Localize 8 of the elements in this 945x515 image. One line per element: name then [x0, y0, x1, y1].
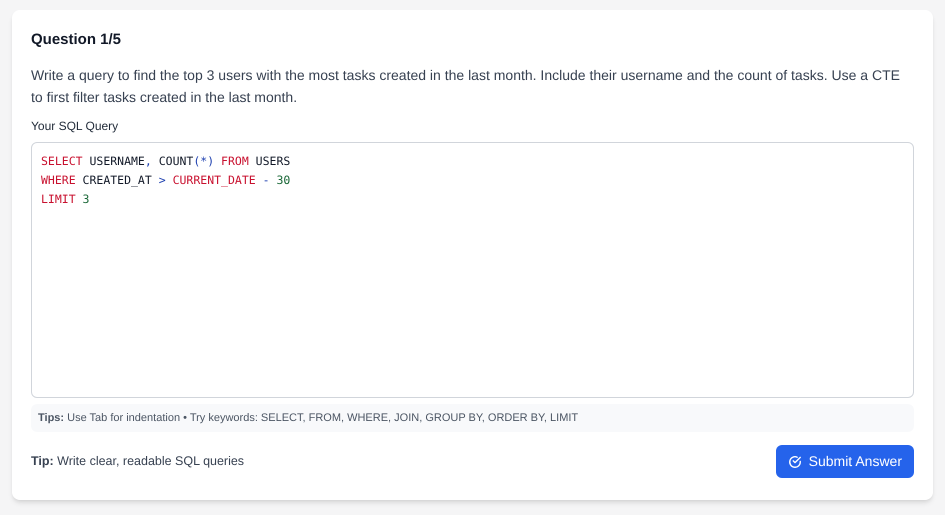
tip-text: Tip: Write clear, readable SQL queries — [31, 453, 244, 470]
question-title: Question 1/5 — [31, 30, 122, 50]
question-text: Write a query to find the top 3 users with the most tasks created in the last month. Include their username and the count of tasks. Use a CTE to first filter tasks created in the last month. — [31, 66, 901, 107]
check-circle-icon — [788, 454, 802, 468]
field-label: Your SQL Query — [31, 118, 120, 134]
tips-text: Tips: Use Tab for indentation • Try keywords: SELECT, FROM, WHERE, JOIN, GROUP BY, ORDER BY, LIMIT — [31, 404, 914, 432]
submit-button[interactable]: Submit Answer — [776, 445, 914, 478]
code-editor[interactable]: SELECT USERNAME, COUNT(*) FROM USERS WHERE CREATED_AT > CURRENT_DATE - 30 LIMIT 3 — [31, 142, 914, 398]
